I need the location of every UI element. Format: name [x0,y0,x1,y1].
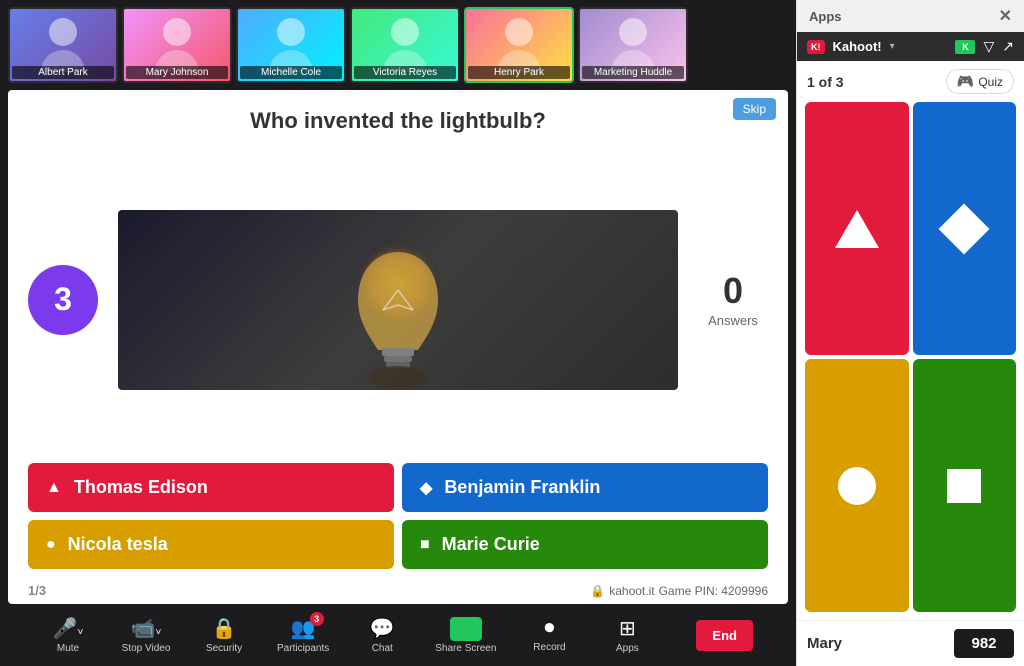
participant-thumb: Victoria Reyes [350,7,460,83]
participant-name: Victoria Reyes [354,66,456,79]
answer-text-1: Thomas Edison [74,477,208,498]
filter-icon[interactable]: ▽ [983,38,994,55]
score-bar: Mary 982 [797,620,1024,666]
kahoot-app-toolbar: K! Kahoot! ▾ K ▽ ↗ [797,32,1024,61]
circle-icon: ● [46,536,56,554]
toolbar-chat[interactable]: 💬 Chat [357,616,407,654]
shape-cell-diamond [913,102,1017,355]
participant-name: Mary Johnson [126,66,228,79]
answers-grid: ▲ Thomas Edison ◆ Benjamin Franklin ● Ni… [8,453,788,577]
shape-cell-circle [805,359,909,612]
participants-badge: 3 [310,612,324,626]
question-image [118,210,678,390]
square-icon: ■ [420,536,430,554]
answer-text-4: Marie Curie [442,534,540,555]
participants-icon: 👥 3 [291,616,316,641]
toolbar-record[interactable]: ⏺ Record [524,617,574,653]
answer-marie-curie[interactable]: ■ Marie Curie [402,520,768,569]
zoom-toolbar: 🎤˅ Mute 📹˅ Stop Video 🔒 Security 👥 3 Par… [0,604,796,666]
participant-name: Marketing Huddle [582,66,684,79]
score-player-name: Mary [807,635,946,652]
question-header: Who invented the lightbulb? [8,90,788,146]
zoom-area: Albert Park Mary Johnson Michelle Cole [0,0,796,666]
sidebar-title: Apps [809,9,842,24]
game-pin-number: Game PIN: 4209996 [659,584,768,598]
participant-thumb: Mary Johnson [122,7,232,83]
toolbar-participants[interactable]: 👥 3 Participants [277,616,329,654]
square-shape [947,469,981,503]
triangle-shape [835,210,879,248]
diamond-shape [939,203,990,254]
diamond-icon: ◆ [420,478,432,498]
skip-button[interactable]: Skip [733,98,776,120]
apps-label: Apps [616,643,639,654]
quiz-counter: 1 of 3 [807,74,844,90]
share-screen-icon: 🖥 [450,617,482,641]
toolbar-stop-video[interactable]: 📹˅ Stop Video [121,616,171,654]
participant-thumb: Henry Park [464,7,574,83]
external-link-icon[interactable]: ↗ [1002,38,1014,55]
score-value: 982 [954,629,1014,658]
question-body: 3 [8,146,788,453]
kahoot-logo: K! [807,40,825,54]
video-icon: 📹˅ [131,616,162,641]
answer-nicola-tesla[interactable]: ● Nicola tesla [28,520,394,569]
shape-cell-triangle [805,102,909,355]
mute-icon: 🎤˅ [53,616,84,641]
shape-cell-square [913,359,1017,612]
shape-grid [797,102,1024,620]
quiz-badge: 🎮 Quiz [946,69,1014,94]
lock-icon: 🔒 [590,584,605,598]
triangle-icon: ▲ [46,479,62,497]
game-pin-site: kahoot.it [609,584,654,598]
participant-thumb: Marketing Huddle [578,7,688,83]
kahoot-sidebar: Apps ✕ K! Kahoot! ▾ K ▽ ↗ 1 of 3 🎮 Quiz [796,0,1024,666]
apps-icon: ⊞ [619,616,636,641]
toolbar-mute[interactable]: 🎤˅ Mute [43,616,93,654]
bottom-status: 1/3 🔒 kahoot.it Game PIN: 4209996 [8,577,788,604]
timer-circle: 3 [28,265,98,335]
close-icon[interactable]: ✕ [999,6,1012,26]
share-screen-label: Share Screen [435,643,496,654]
record-label: Record [533,642,565,653]
sidebar-header: Apps ✕ [797,0,1024,32]
toolbar-apps[interactable]: ⊞ Apps [602,616,652,654]
record-icon: ⏺ [544,617,554,640]
answer-text-2: Benjamin Franklin [444,477,600,498]
kahoot-toolbar-icons: K ▽ ↗ [955,38,1014,55]
answer-benjamin-franklin[interactable]: ◆ Benjamin Franklin [402,463,768,512]
kahoot-green-icon: K [955,40,975,54]
question-text: Who invented the lightbulb? [28,108,768,134]
end-button[interactable]: End [696,620,753,651]
security-label: Security [206,643,242,654]
answers-count: 0 Answers [698,270,768,330]
quiz-header: 1 of 3 🎮 Quiz [797,61,1024,102]
toolbar-security[interactable]: 🔒 Security [199,616,249,654]
progress-text: 1/3 [28,583,46,598]
answer-thomas-edison[interactable]: ▲ Thomas Edison [28,463,394,512]
answer-text-3: Nicola tesla [68,534,168,555]
toolbar-share-screen[interactable]: 🖥 Share Screen [435,617,496,654]
quiz-emoji-icon: 🎮 [957,73,974,90]
security-icon: 🔒 [212,616,237,641]
participant-name: Henry Park [468,66,570,79]
kahoot-app-name: Kahoot! [833,39,882,54]
participants-label: Participants [277,643,329,654]
participants-bar: Albert Park Mary Johnson Michelle Cole [0,0,796,90]
circle-shape [838,467,876,505]
chat-icon: 💬 [370,616,395,641]
stop-video-label: Stop Video [122,643,171,654]
participant-name: Michelle Cole [240,66,342,79]
participant-name: Albert Park [12,66,114,79]
participant-thumb: Michelle Cole [236,7,346,83]
mute-label: Mute [57,643,79,654]
game-pin: 🔒 kahoot.it Game PIN: 4209996 [590,584,768,598]
chat-label: Chat [372,643,393,654]
participant-thumb: Albert Park [8,7,118,83]
kahoot-content: Skip Who invented the lightbulb? 3 [8,90,788,604]
quiz-label: Quiz [978,75,1003,89]
